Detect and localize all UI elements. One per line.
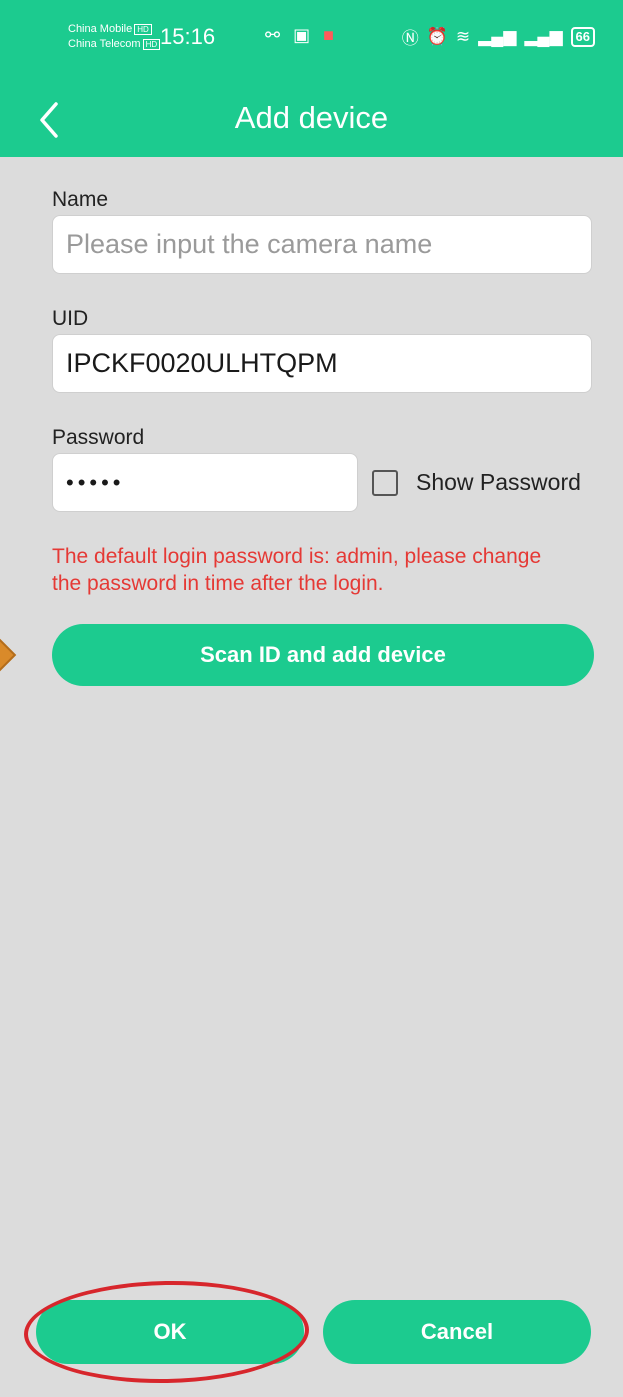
alarm-icon: ⏰ xyxy=(426,26,448,46)
uid-label: UID xyxy=(52,307,89,330)
wifi-icon: ≋ xyxy=(455,26,471,46)
link-icon: ⚯ xyxy=(265,25,285,45)
status-time: 15:16 xyxy=(160,24,216,49)
nfc-icon: Ⓝ xyxy=(401,29,419,48)
scan-id-button[interactable]: Scan ID and add device xyxy=(52,624,594,686)
show-password-label[interactable]: Show Password xyxy=(416,469,581,496)
hd-badge-2: HD xyxy=(142,39,161,50)
carrier-info: China Mobile HD China Telecom HD xyxy=(68,22,161,52)
red-app-icon: ■ xyxy=(323,25,339,45)
page-title: Add device xyxy=(234,100,389,135)
show-password-checkbox[interactable] xyxy=(372,470,398,496)
notification-icons: ⚯ ▣ ■ xyxy=(265,25,338,46)
password-label: Password xyxy=(52,426,145,449)
highlight-circle xyxy=(23,1278,310,1386)
cancel-button[interactable]: Cancel xyxy=(323,1300,591,1364)
name-label: Name xyxy=(52,188,109,211)
default-password-warning: The default login password is: admin, pl… xyxy=(52,545,542,595)
signal-icon: ▂▄▆ xyxy=(478,26,517,46)
carrier-2: China Telecom xyxy=(68,38,141,50)
annotation-arrow-icon xyxy=(0,633,17,677)
app-notification-icon: ▣ xyxy=(293,25,315,45)
hd-badge: HD xyxy=(134,24,152,35)
battery-icon: 66 xyxy=(570,26,595,47)
password-input[interactable]: ••••• xyxy=(52,453,358,512)
app-header: China Mobile HD China Telecom HD 15:16 ⚯ ▣… xyxy=(0,0,623,157)
uid-input[interactable]: IPCKF0020ULHTQPM xyxy=(52,334,592,393)
name-input[interactable]: Please input the camera name xyxy=(52,215,592,274)
system-icons: Ⓝ ⏰ ≋ ▂▄▆ ▂▄▆ 66 xyxy=(402,24,595,49)
signal-icon-2: ▂▄▆ xyxy=(524,26,563,46)
status-bar: China Mobile HD China Telecom HD 15:16 ⚯ ▣… xyxy=(0,0,623,80)
carrier-1: China Mobile xyxy=(68,23,133,35)
